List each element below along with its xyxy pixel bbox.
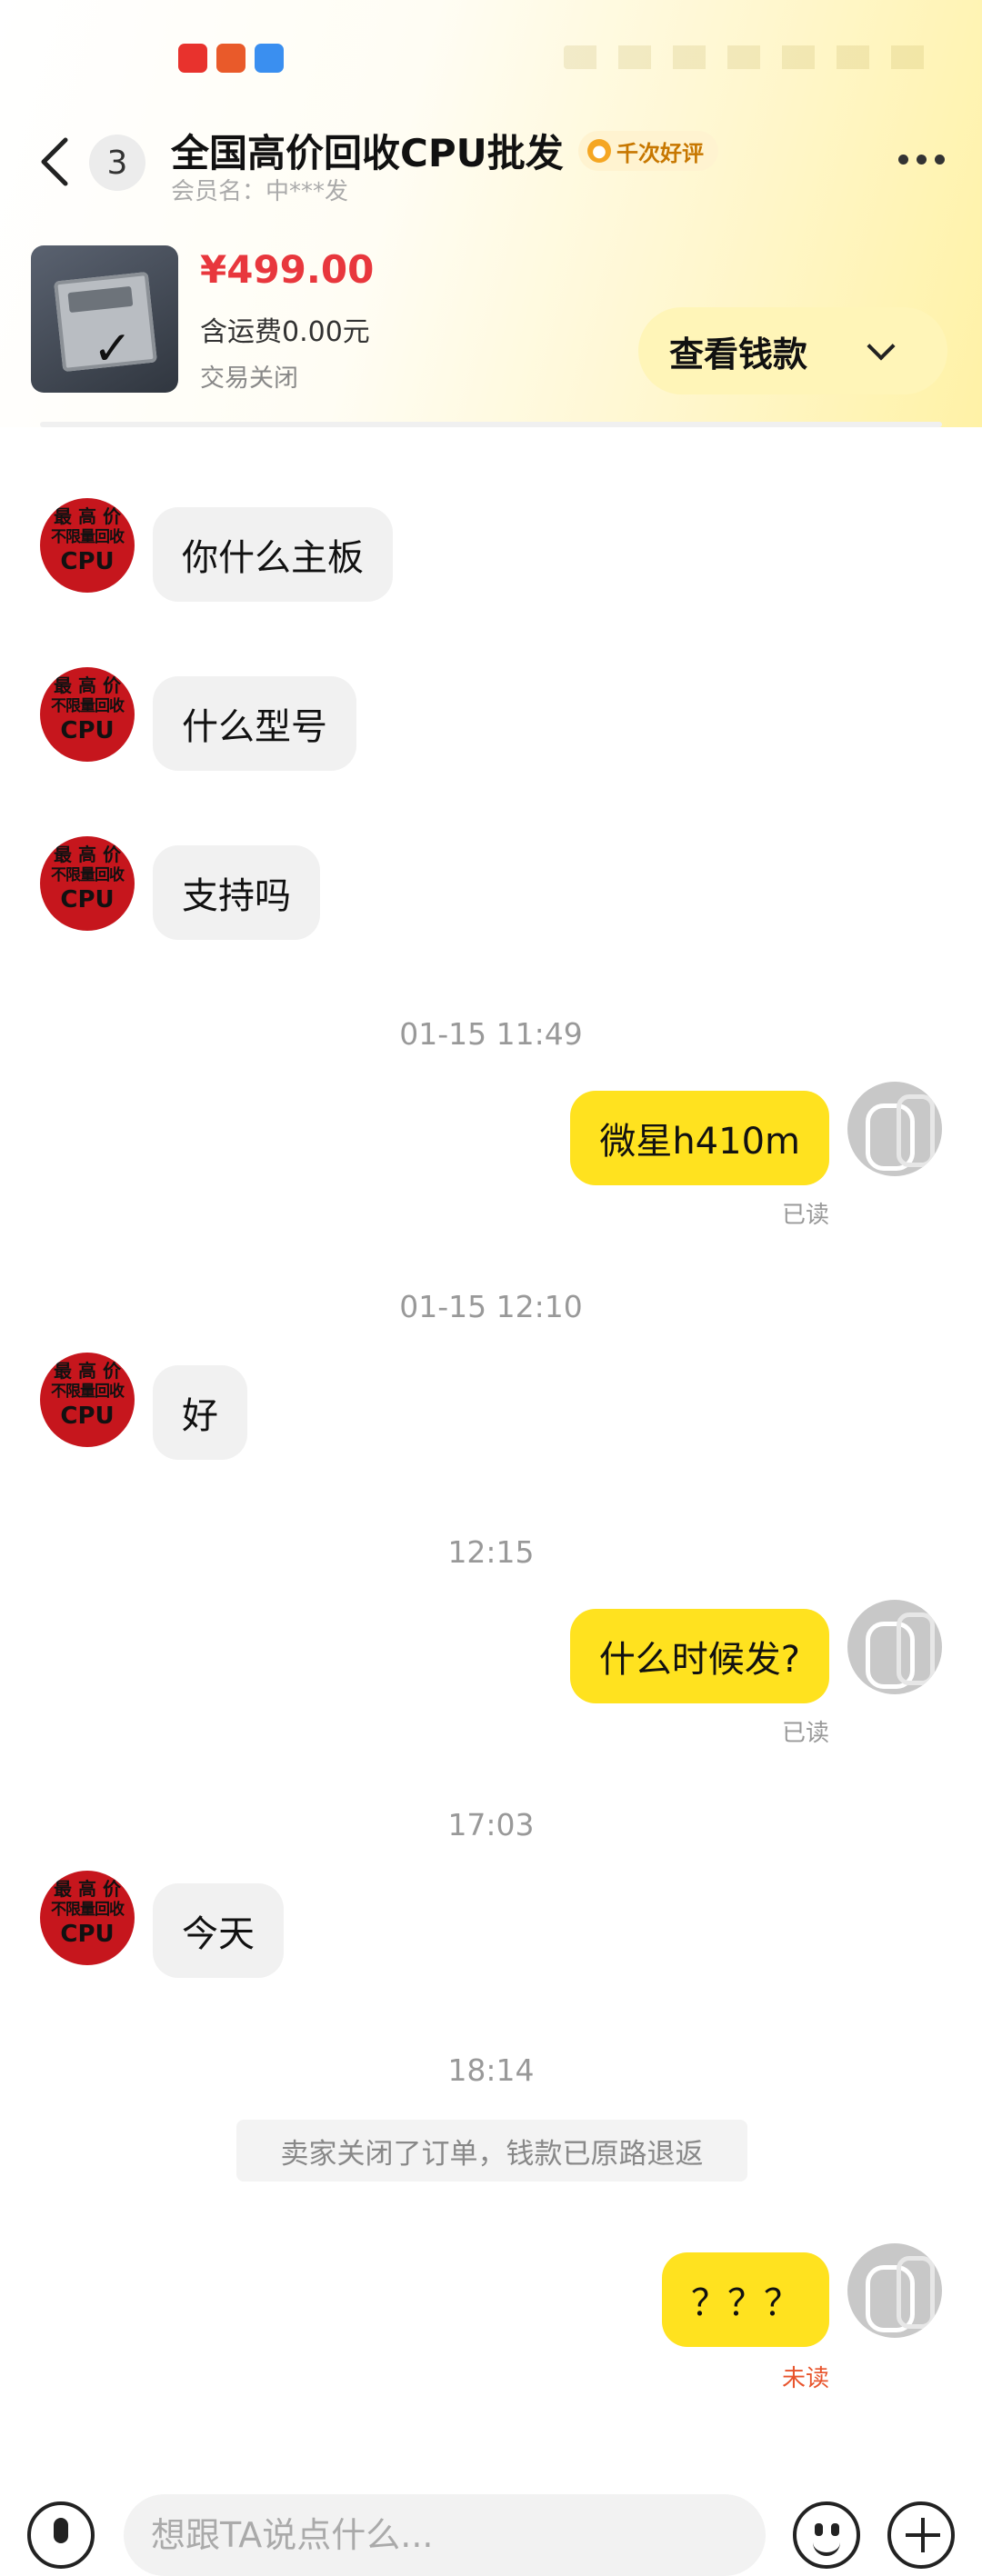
shipping-fee: 含运费0.00元 (200, 316, 370, 348)
product-image[interactable]: ✓ (31, 245, 178, 393)
seller-avatar[interactable]: 最 高 价 不限量回收 CPU (40, 1871, 135, 1965)
timestamp: 01-15 11:49 (399, 1016, 583, 1052)
view-money-button[interactable]: 查看钱款 (638, 307, 947, 394)
view-money-label: 查看钱款 (669, 334, 808, 374)
user-avatar[interactable] (847, 2243, 942, 2338)
more-options-icon[interactable] (898, 155, 945, 165)
member-name: 会员名：中***发 (171, 178, 349, 205)
timestamp: 17:03 (447, 1807, 535, 1842)
weather-notification-icon (255, 44, 284, 73)
app-notification-icon (178, 44, 207, 73)
system-notice: 卖家关闭了订单，钱款已原路退返 (236, 2120, 747, 2182)
product-price: ¥499.00 (200, 247, 375, 292)
rating-badge: ● 千次好评 (578, 131, 718, 171)
timestamp: 18:14 (447, 2052, 535, 2088)
message-bubble-user[interactable]: 微星h410m (570, 1091, 829, 1185)
user-avatar[interactable] (847, 1082, 942, 1176)
checkmark-icon: ✓ (93, 322, 133, 376)
unread-count-badge[interactable]: 3 (89, 135, 145, 191)
chevron-down-icon (867, 332, 896, 361)
message-input[interactable] (124, 2494, 766, 2576)
status-bar-system-icons (564, 45, 946, 69)
read-status: 已读 (781, 1202, 829, 1229)
rating-badge-label: 千次好评 (616, 140, 704, 166)
emoji-icon[interactable] (793, 2501, 860, 2569)
message-bubble-seller[interactable]: 什么型号 (153, 676, 356, 771)
user-avatar[interactable] (847, 1600, 942, 1694)
seller-avatar[interactable]: 最 高 价 不限量回收 CPU (40, 667, 135, 762)
microphone-icon[interactable] (27, 2501, 95, 2569)
add-attachment-icon[interactable] (887, 2501, 955, 2569)
unread-status: 未读 (781, 2365, 829, 2392)
chat-title: 全国高价回收CPU批发 (171, 131, 564, 175)
message-bubble-user[interactable]: 什么时候发? (569, 1609, 829, 1703)
status-bar-notifications (178, 44, 284, 73)
message-bubble-user[interactable]: ？？？ (662, 2252, 829, 2347)
seller-avatar[interactable]: 最 高 价 不限量回收 CPU (40, 498, 135, 593)
rating-icon: ● (587, 139, 611, 163)
message-bubble-seller[interactable]: 今天 (153, 1883, 284, 1978)
message-bubble-seller[interactable]: 支持吗 (153, 845, 320, 940)
divider (40, 422, 942, 427)
app-notification-icon (216, 44, 246, 73)
transaction-status: 交易关闭 (200, 364, 298, 393)
seller-avatar[interactable]: 最 高 价 不限量回收 CPU (40, 1353, 135, 1447)
timestamp: 01-15 12:10 (399, 1289, 583, 1324)
timestamp: 12:15 (447, 1534, 535, 1570)
read-status: 已读 (781, 1720, 829, 1747)
seller-avatar[interactable]: 最 高 价 不限量回收 CPU (40, 836, 135, 931)
message-bubble-seller[interactable]: 好 (153, 1365, 247, 1460)
back-chevron-icon[interactable] (33, 135, 78, 189)
message-bubble-seller[interactable]: 你什么主板 (153, 507, 393, 602)
